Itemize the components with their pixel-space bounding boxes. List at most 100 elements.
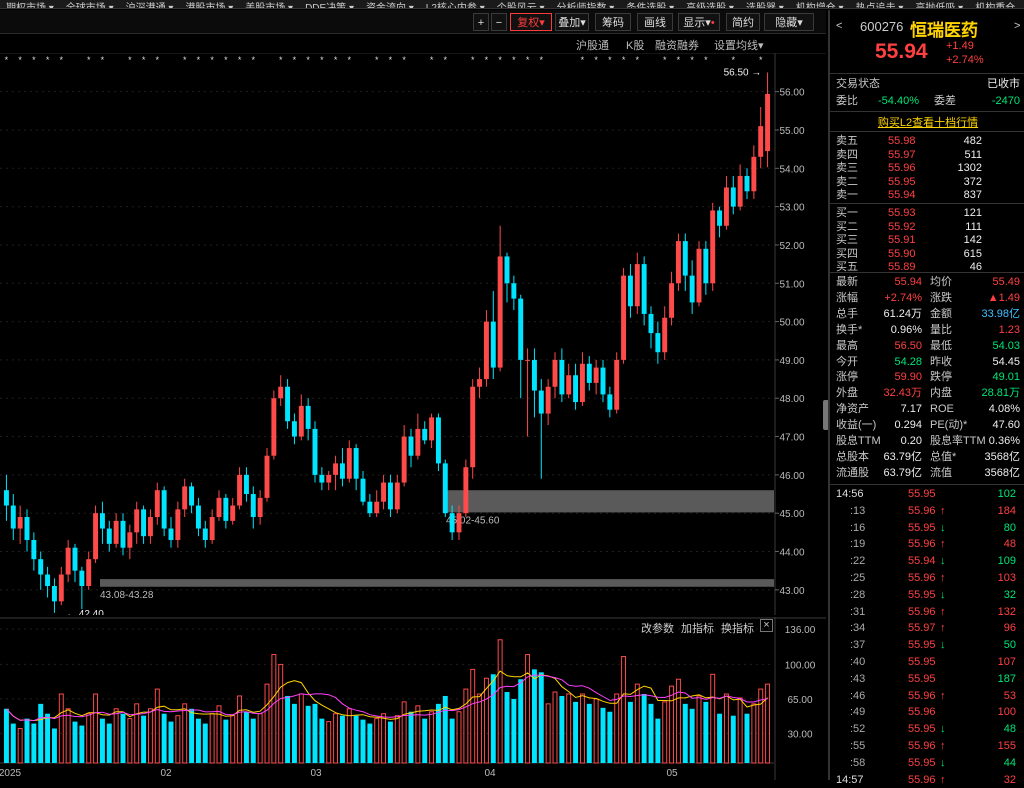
top-menu-item[interactable]: 分析师指数 ▾ bbox=[551, 4, 621, 9]
quote-row: :13 55.96 ↑ 184 bbox=[830, 504, 1024, 519]
hide-button[interactable]: 隐藏▾ bbox=[764, 13, 814, 31]
top-menu-item[interactable]: 选股器 ▾ bbox=[740, 4, 790, 9]
volume-bar bbox=[737, 697, 743, 764]
chips-button[interactable]: 筹码 bbox=[595, 13, 631, 31]
tick-price: 55.95 bbox=[908, 723, 936, 736]
candle-body bbox=[723, 187, 729, 226]
price-change: +1.49 bbox=[946, 40, 974, 52]
tick-volume: 187 bbox=[997, 672, 1016, 685]
hk-connect-link[interactable]: 沪股通 bbox=[576, 37, 609, 53]
top-menu-item[interactable]: 全球市场 ▾ bbox=[60, 4, 120, 9]
quote-value: ▲1.49 bbox=[987, 291, 1020, 304]
top-menu-item[interactable]: 条件选股 ▾ bbox=[620, 4, 680, 9]
quote-value: +2.74% bbox=[884, 291, 922, 304]
candle-body bbox=[271, 398, 277, 456]
volume-bar bbox=[401, 701, 407, 764]
quote-label: ROE bbox=[930, 403, 954, 416]
quote-value: 28.81万 bbox=[981, 387, 1020, 400]
top-menu-item[interactable]: 机构增仓 ▾ bbox=[790, 4, 850, 9]
volume-bar bbox=[168, 721, 174, 763]
top-menu-item[interactable]: 个股风云 ▾ bbox=[491, 4, 551, 9]
tick-price: 55.95 bbox=[908, 588, 936, 601]
candle-body bbox=[195, 505, 201, 529]
tick-direction-icon: ↑ bbox=[940, 605, 946, 618]
overlay-button[interactable]: 叠加▾ bbox=[555, 13, 589, 31]
candle-body bbox=[72, 547, 78, 571]
top-menu-item[interactable]: 高抛低吸 ▾ bbox=[909, 4, 969, 9]
candle-body bbox=[497, 256, 503, 368]
tick-direction-icon: ↓ bbox=[940, 521, 946, 534]
quote-row: :46 55.96 ↑ 53 bbox=[830, 689, 1024, 704]
edit-params-button[interactable]: 改参数 bbox=[641, 620, 674, 636]
date-axis-label: 02 bbox=[160, 768, 172, 779]
quote-label: 今开 bbox=[836, 355, 858, 368]
tick-volume: 107 bbox=[997, 656, 1016, 668]
candle-body bbox=[511, 283, 517, 299]
tick-direction-icon: ↑ bbox=[940, 740, 946, 752]
volume-bar bbox=[394, 715, 400, 764]
tick-time: :31 bbox=[850, 605, 866, 618]
tick-direction-icon: ↑ bbox=[940, 773, 946, 786]
top-menu-item[interactable]: 机构重仓 bbox=[969, 4, 1021, 9]
ma-settings-link[interactable]: 设置均线▾ bbox=[714, 37, 764, 53]
tick-price: 55.96 bbox=[908, 773, 936, 786]
forward-arrow-icon[interactable]: > bbox=[1014, 20, 1020, 32]
zoom-out-button[interactable]: − bbox=[491, 13, 507, 31]
top-menu-item[interactable]: 期权市场 ▾ bbox=[0, 4, 60, 9]
margin-link[interactable]: 融资融券 bbox=[655, 37, 699, 53]
display-label: 显示 bbox=[683, 17, 706, 29]
tick-price: 55.96 bbox=[908, 572, 936, 584]
price-candlestick-chart[interactable]: 56.00 55.00 54.00 53.00 52.00 51.00 50.00 49.00… bbox=[0, 53, 826, 615]
brief-button[interactable]: 简约 bbox=[726, 13, 760, 31]
volume-bar bbox=[360, 719, 366, 763]
volume-bar bbox=[154, 688, 160, 764]
add-indicator-button[interactable]: 加指标 bbox=[681, 620, 714, 636]
candle-body bbox=[86, 559, 92, 587]
top-menu-item[interactable]: 港股市场 ▾ bbox=[179, 4, 239, 9]
tick-price: 55.95 bbox=[908, 488, 936, 500]
volume-bar bbox=[250, 718, 256, 763]
price-axis-label: 49.00 bbox=[779, 356, 804, 367]
price-axis-label: 54.00 bbox=[779, 164, 804, 175]
swap-indicator-button[interactable]: 换指标 bbox=[721, 620, 754, 636]
signal-marker: * bbox=[485, 55, 489, 65]
volume-bar bbox=[586, 703, 592, 763]
divider bbox=[830, 484, 1024, 485]
top-menu-item[interactable]: DDE决策 ▾ bbox=[299, 4, 360, 9]
display-button[interactable]: 显示▾• bbox=[678, 13, 720, 31]
l2-upgrade-link[interactable]: 购买L2查看十档行情 bbox=[830, 114, 1024, 130]
candle-body bbox=[305, 405, 311, 429]
quote-row: :28 55.95 ↓ 32 bbox=[830, 588, 1024, 603]
volume-bar bbox=[703, 701, 709, 763]
candle-body bbox=[627, 275, 633, 307]
top-menu-item[interactable]: 资金流向 ▾ bbox=[360, 4, 420, 9]
date-axis-label: 04 bbox=[484, 768, 496, 779]
quote-row: 最高 56.50 最低 54.03 bbox=[830, 339, 1024, 354]
quote-label: 内盘 bbox=[930, 387, 952, 400]
candle-body bbox=[3, 490, 9, 506]
volume-chart[interactable]: 136.00 100.00 65.00 30.00 2025 02 03 04 05 bbox=[0, 617, 826, 780]
volume-bar bbox=[339, 715, 345, 763]
zoom-in-button[interactable]: + bbox=[473, 13, 489, 31]
candle-body bbox=[600, 367, 606, 395]
candle-body bbox=[641, 264, 647, 314]
volume-bar bbox=[353, 715, 359, 763]
adjust-button[interactable]: 复权▾ bbox=[510, 13, 552, 31]
k-share-link[interactable]: K股 bbox=[626, 37, 644, 53]
volume-bar bbox=[579, 693, 585, 764]
quote-row: :16 55.95 ↓ 80 bbox=[830, 521, 1024, 536]
draw-line-button[interactable]: 画线 bbox=[637, 13, 673, 31]
top-menu-item[interactable]: 美股市场 ▾ bbox=[239, 4, 299, 9]
volume-bar bbox=[106, 723, 112, 763]
close-icon[interactable]: × bbox=[760, 619, 773, 632]
candle-body bbox=[230, 505, 236, 521]
back-arrow-icon[interactable]: < bbox=[836, 20, 842, 32]
top-menu-item[interactable]: 高级选股 ▾ bbox=[680, 4, 740, 9]
price-axis-label: 48.00 bbox=[779, 394, 804, 405]
top-menu-item[interactable]: 沪深港通 ▾ bbox=[120, 4, 180, 9]
top-menu-item[interactable]: 热点追击 ▾ bbox=[850, 4, 910, 9]
quote-label: 涨幅 bbox=[836, 291, 858, 304]
quote-label: 总股本 bbox=[836, 450, 869, 463]
top-menu-item[interactable]: L2核心内参 ▾ bbox=[420, 4, 491, 9]
tick-time: 14:57 bbox=[836, 773, 864, 786]
